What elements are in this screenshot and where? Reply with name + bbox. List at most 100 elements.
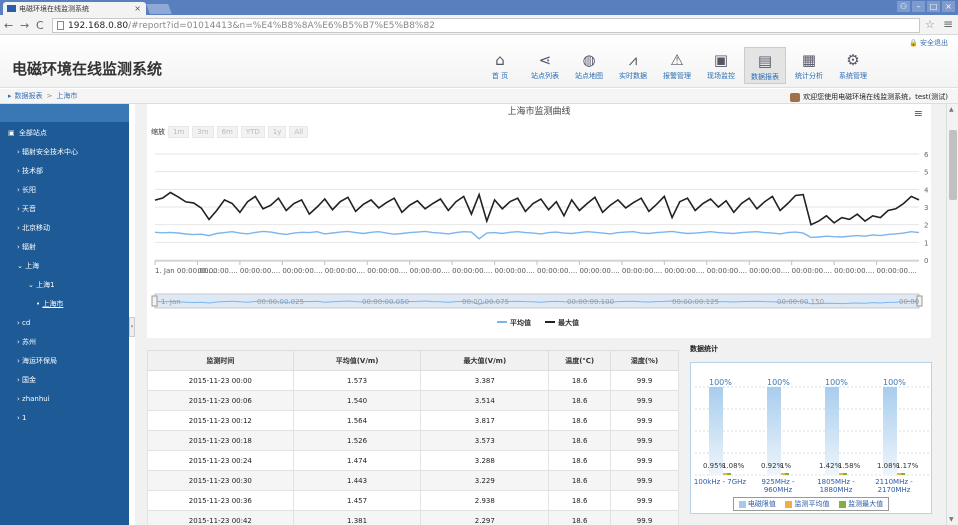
close-tab-icon[interactable]: × [134, 4, 141, 13]
legend-label[interactable]: 最大值 [558, 318, 579, 327]
user-icon[interactable]: ⚇ [897, 1, 910, 12]
zoom-button[interactable]: 1y [267, 126, 287, 138]
column-header[interactable]: 最大值(V/m) [420, 350, 550, 371]
sidebar-item[interactable]: ⌄ 上海1 [0, 276, 129, 295]
sidebar-item[interactable]: ▣ 全部站点 [0, 124, 129, 143]
nav-item-0[interactable]: ⌂ 首 页 [479, 49, 521, 81]
table-row: 2015-11-23 00:36 1.457 2.938 18.6 99.9 [147, 490, 679, 511]
table-cell: 3.573 [420, 430, 550, 451]
nav-item-8[interactable]: ⚙ 系统管理 [832, 49, 874, 81]
zoom-controls: 缩放 1m 3m 6m YTD 1y All [151, 126, 309, 138]
scroll-down-icon[interactable]: ▼ [949, 516, 954, 523]
reload-icon[interactable]: C [36, 19, 44, 32]
close-window-icon[interactable]: × [942, 1, 955, 12]
address-bar[interactable]: 192.168.0.80 /#report?id=01014413&n=%E4%… [52, 18, 920, 33]
scrollbar-thumb[interactable] [949, 130, 957, 200]
nav-item-3[interactable]: ⩘ 实时数据 [612, 49, 654, 81]
browser-menu-icon[interactable]: ≡ [943, 17, 953, 31]
zoom-button[interactable]: 3m [192, 126, 214, 138]
sidebar-item[interactable]: › 1 [0, 409, 129, 428]
sidebar-item[interactable]: › zhanhui [0, 390, 129, 409]
sidebar-item[interactable]: › cd [0, 314, 129, 333]
back-arrow-icon[interactable]: ← [4, 19, 13, 32]
max-bar[interactable] [785, 473, 789, 475]
sidebar-item[interactable]: › 北京移动 [0, 219, 129, 238]
sidebar-item[interactable]: › 长阳 [0, 181, 129, 200]
stats-legend-item[interactable]: 电磁限值 [738, 499, 776, 509]
zoom-button[interactable]: All [289, 126, 309, 138]
table-cell: 2015-11-23 00:06 [147, 390, 294, 411]
sidebar-item[interactable]: › 辐射安全技术中心 [0, 143, 129, 162]
stats-legend-item[interactable]: 监测最大值 [839, 499, 883, 509]
bookmark-star-icon[interactable]: ☆ [925, 18, 935, 31]
globe-icon: ◍ [582, 51, 596, 69]
minimize-icon[interactable]: – [912, 1, 925, 12]
data-table: 监测时间 平均值(V/m) 最大值(V/m) 温度(℃) 湿度(%) 2015-11-2… [147, 350, 679, 525]
breadcrumb-root[interactable]: 数据报表 [15, 91, 43, 101]
x-tick-label: 00:00:00.... [495, 267, 535, 275]
data-table-wrap: 监测时间 平均值(V/m) 最大值(V/m) 温度(℃) 湿度(%) 2015-11-2… [147, 350, 679, 525]
sidebar-item[interactable]: › 海运环保局 [0, 352, 129, 371]
sidebar-item[interactable]: › 辐射 [0, 238, 129, 257]
sidebar-item-label: 天音 [22, 205, 37, 213]
series-line-1 [154, 191, 920, 226]
sidebar-item[interactable]: › 苏州 [0, 333, 129, 352]
chart-menu-icon[interactable]: ≡ [914, 107, 923, 120]
max-bar[interactable] [843, 473, 847, 475]
legend-label[interactable]: 平均值 [510, 318, 531, 327]
forward-arrow-icon[interactable]: → [20, 19, 29, 32]
stats-legend-item[interactable]: 监测平均值 [785, 499, 829, 509]
nav-item-5[interactable]: ▣ 现场监控 [700, 49, 742, 81]
max-bar[interactable] [727, 473, 731, 475]
share-icon: ⋖ [538, 51, 552, 69]
scroll-up-icon[interactable]: ▲ [949, 106, 954, 113]
sidebar-item-label: cd [22, 319, 31, 327]
sidebar-item[interactable]: › 天音 [0, 200, 129, 219]
nav-item-label: 系统管理 [839, 72, 867, 80]
image-icon: ▣ [713, 51, 729, 69]
table-cell: 18.6 [548, 430, 612, 451]
browser-tab[interactable]: 电磁环境在线监测系统 × [3, 2, 146, 15]
sidebar-item[interactable]: › 国金 [0, 371, 129, 390]
sidebar-item-label: 上海 [25, 262, 40, 270]
table-row: 2015-11-23 00:06 1.540 3.514 18.6 99.9 [147, 390, 679, 411]
logout-link[interactable]: 🔒 安全退出 [909, 38, 948, 48]
series-line-0 [154, 230, 920, 240]
page-scrollbar[interactable]: ▲ ▼ [946, 104, 958, 525]
breadcrumb-current[interactable]: 上海市 [56, 91, 77, 101]
column-header[interactable]: 监测时间 [147, 350, 294, 371]
new-tab-button[interactable] [146, 4, 172, 14]
nav-item-1[interactable]: ⋖ 站点列表 [524, 49, 566, 81]
max-bar[interactable] [901, 473, 905, 475]
x-tick-label: 00:00:00.... [622, 267, 662, 275]
column-header[interactable]: 平均值(V/m) [292, 350, 422, 371]
nav-item-7[interactable]: ▦ 统计分析 [788, 49, 830, 81]
nav-item-2[interactable]: ◍ 站点地图 [568, 49, 610, 81]
chart-legend: 平均值 最大值 [497, 318, 579, 327]
column-header[interactable]: 温度(℃) [548, 350, 612, 371]
avg-bar[interactable] [897, 473, 901, 475]
nav-item-6[interactable]: ▤ 数据报表 [744, 47, 786, 84]
sidebar-item-label: 苏州 [22, 338, 37, 346]
nav-item-4[interactable]: ⚠ 报警管理 [656, 49, 698, 81]
zoom-button[interactable]: 1m [168, 126, 190, 138]
avg-bar[interactable] [781, 473, 785, 475]
navigator-label: 00:00:00.075 [462, 298, 509, 306]
sidebar-item[interactable]: ⌄ 上海 [0, 257, 129, 276]
avg-bar[interactable] [839, 473, 843, 475]
zoom-button[interactable]: 6m [216, 126, 238, 138]
sidebar-item[interactable]: • 上海市 [0, 295, 129, 314]
avg-bar[interactable] [723, 473, 727, 475]
column-header[interactable]: 湿度(%) [610, 350, 679, 371]
stats-bar-chart: 100%0.95%1.08%100kHz - 7GHz100%0.92%1%92… [694, 378, 929, 494]
nav-item-label: 首 页 [491, 72, 509, 80]
sidebar-item[interactable]: › 技术部 [0, 162, 129, 181]
table-cell: 2015-11-23 00:30 [147, 470, 294, 491]
table-cell: 99.9 [610, 470, 679, 491]
x-tick-label: 00:00:00.... [240, 267, 280, 275]
navigator-handle-left[interactable] [151, 295, 158, 307]
table-row: 2015-11-23 00:00 1.573 3.387 18.6 99.9 [147, 370, 679, 391]
maximize-icon[interactable]: □ [927, 1, 940, 12]
zoom-button[interactable]: YTD [240, 126, 265, 138]
tree-root-icon: ▣ [8, 129, 17, 137]
